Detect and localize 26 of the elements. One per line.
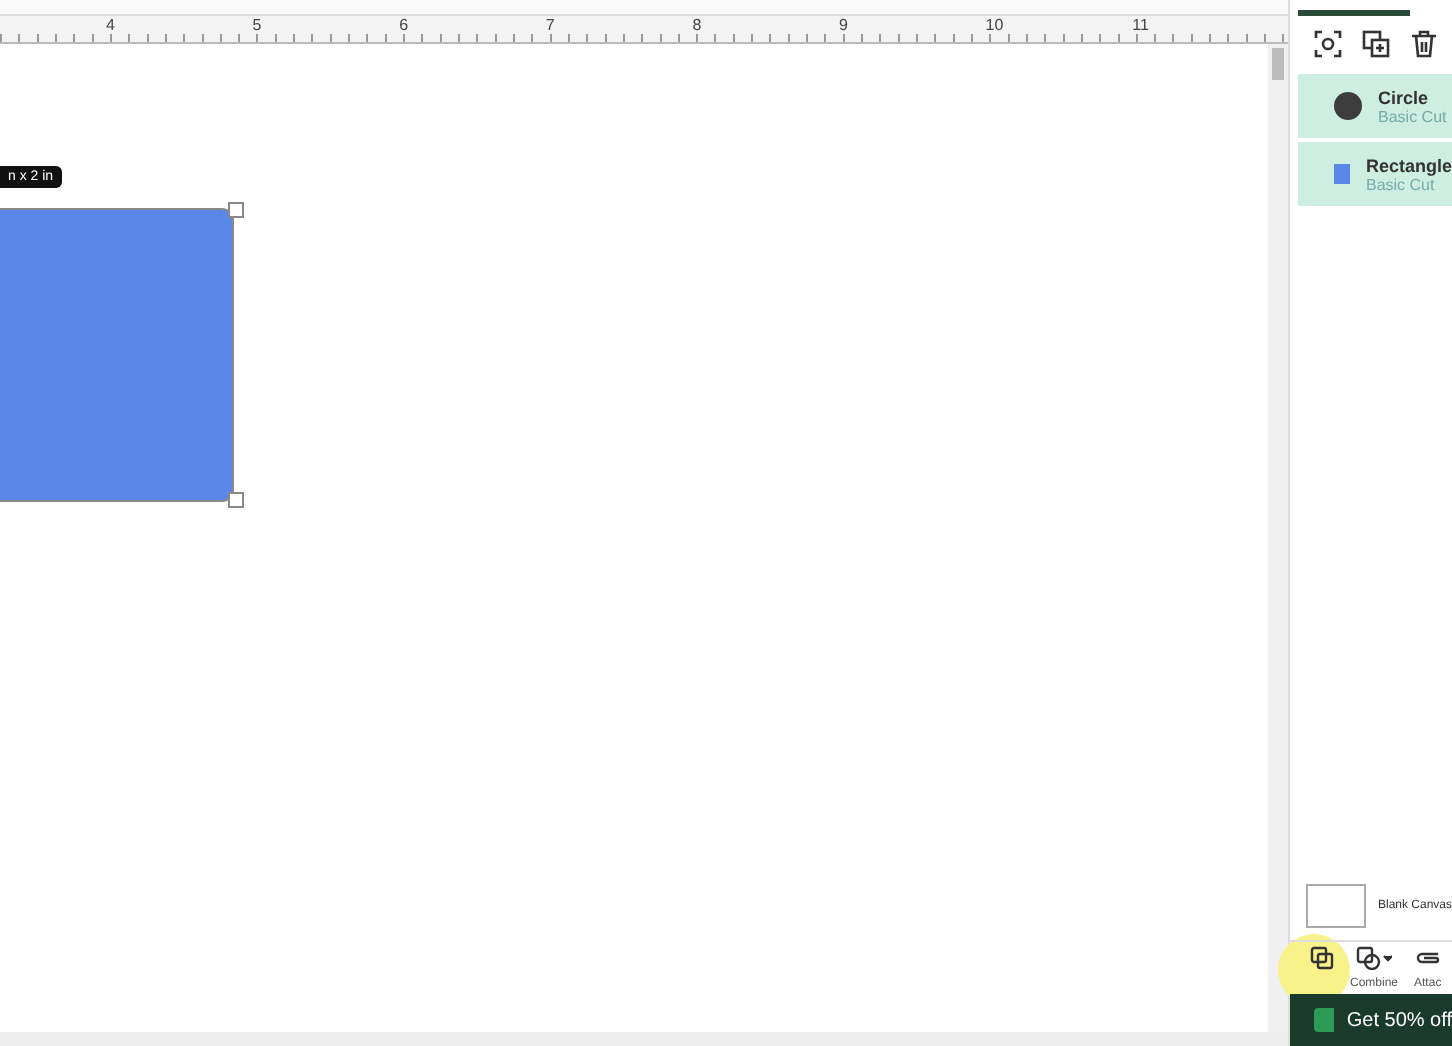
trash-icon[interactable]	[1410, 30, 1438, 58]
slice-icon[interactable]	[1310, 946, 1334, 970]
resize-handle[interactable]	[228, 202, 244, 218]
scrollbar[interactable]	[0, 1032, 1288, 1046]
promo-banner[interactable]: Get 50% off	[1290, 994, 1452, 1046]
layer-item[interactable]: Rectangle Basic Cut	[1298, 142, 1452, 206]
scrollbar[interactable]	[1268, 44, 1288, 1032]
ruler-label: 10	[983, 16, 1006, 34]
ruler-label: 11	[1130, 16, 1151, 34]
ruler-label: 8	[690, 16, 704, 34]
layer-item[interactable]: Circle Basic Cut	[1298, 74, 1452, 138]
ruler-label: 4	[104, 16, 117, 34]
focus-icon[interactable]	[1314, 30, 1342, 58]
layer-name: Rectangle	[1365, 155, 1452, 175]
ruler-label: 9	[837, 16, 850, 34]
layer-name: Circle	[1378, 87, 1431, 107]
layer-operation: Basic Cut	[1378, 107, 1447, 125]
ruler-label: 7	[543, 16, 557, 34]
combine-icon[interactable]	[1356, 946, 1392, 970]
resize-handle[interactable]	[228, 492, 244, 508]
layer-operation: Basic Cut	[1365, 175, 1435, 193]
canvas-thumbnail[interactable]	[1306, 884, 1366, 928]
ruler-label: 6	[397, 16, 411, 34]
ruler-label: 5	[250, 16, 264, 34]
duplicate-icon[interactable]	[1362, 30, 1390, 58]
banner-text: Get 50% off	[1346, 1009, 1452, 1031]
